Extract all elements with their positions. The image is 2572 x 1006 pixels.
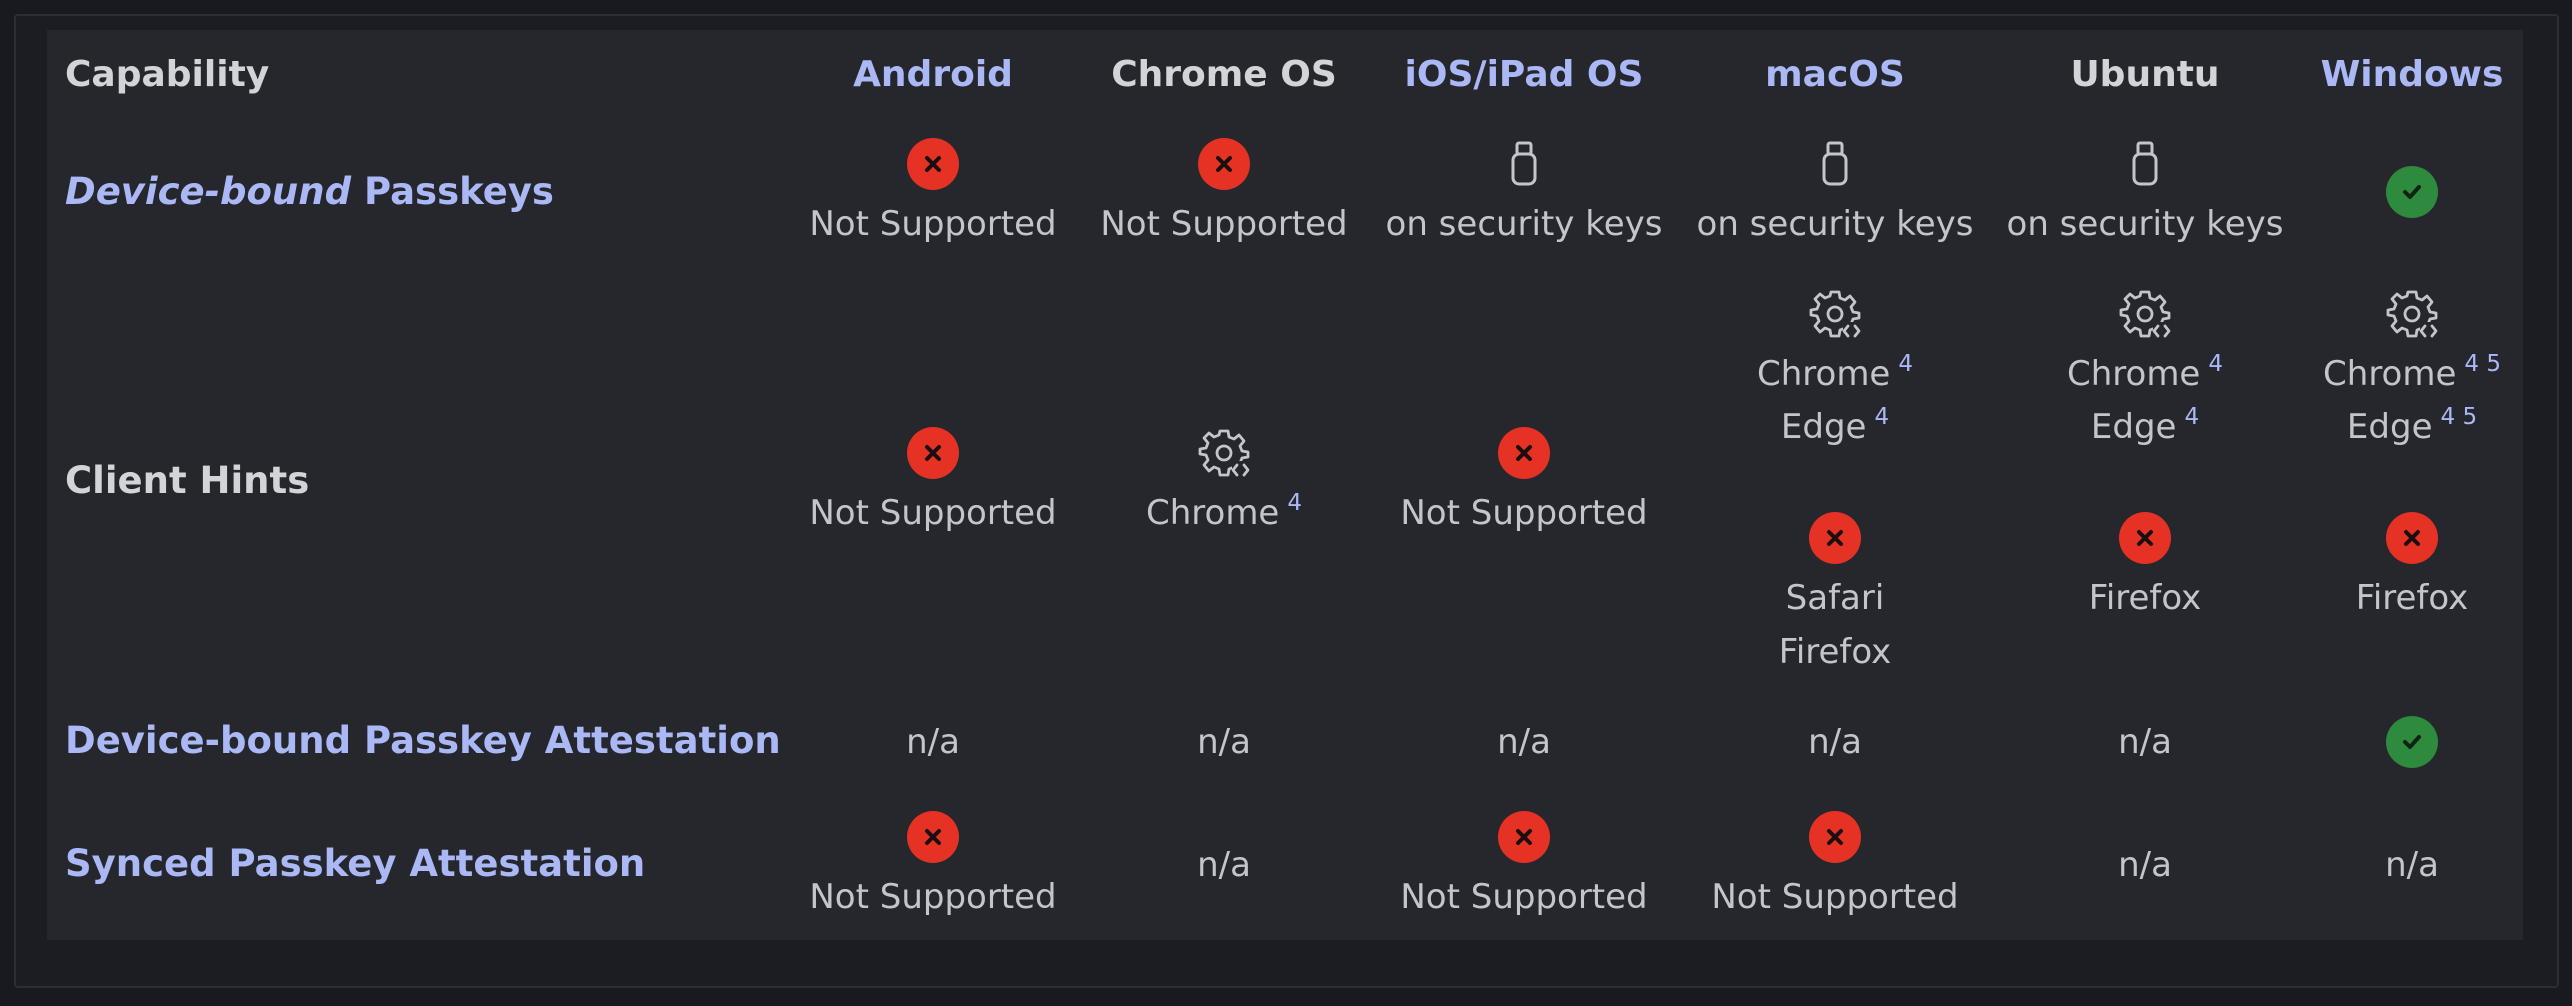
usb-key-icon	[1822, 141, 1848, 186]
x-circle-icon	[1498, 811, 1550, 863]
footnote-ref[interactable]: 4 5	[2441, 404, 2478, 430]
ios-device-bound-status: on security keys	[1385, 204, 1663, 244]
column-header-chrome-os: Chrome OS	[1111, 54, 1337, 95]
check-circle-icon	[2386, 716, 2438, 768]
check-circle-icon	[2386, 166, 2438, 218]
browser-name: Chrome	[1756, 354, 1891, 394]
row-label-device-bound-attestation[interactable]: Device-bound Passkey Attestation	[65, 722, 781, 759]
browser-name: Edge	[2090, 407, 2177, 447]
ios-device-attestation-status: n/a	[1497, 722, 1551, 762]
ubuntu-device-attestation-status: n/a	[2118, 722, 2172, 762]
column-header-ubuntu: Ubuntu	[2070, 54, 2220, 95]
android-device-attestation-status: n/a	[906, 722, 960, 762]
windows-client-hints-chrome: Chrome 4 5	[2323, 353, 2501, 394]
row-label-rest: Passkeys	[363, 170, 554, 213]
footnote-ref[interactable]: 4	[2184, 404, 2199, 430]
chromeos-client-hints-browser: Chrome 4	[1145, 492, 1302, 533]
macos-client-hints-safari: Safari	[1785, 578, 1885, 618]
column-header-ios[interactable]: iOS/iPad OS	[1405, 57, 1644, 93]
browser-name: Edge	[1780, 407, 1867, 447]
android-device-bound-status: Not Supported	[809, 204, 1057, 244]
browser-name: Chrome	[1145, 493, 1280, 533]
column-header-windows[interactable]: Windows	[2321, 57, 2504, 93]
x-circle-icon	[907, 138, 959, 190]
ios-client-hints-status: Not Supported	[1400, 493, 1648, 533]
x-circle-icon	[2386, 512, 2438, 564]
x-circle-icon	[907, 811, 959, 863]
ubuntu-client-hints-firefox: Firefox	[2088, 578, 2202, 618]
macos-client-hints-chrome: Chrome 4	[1756, 353, 1913, 394]
row-label-client-hints: Client Hints	[65, 459, 310, 502]
browser-name: Chrome	[2066, 354, 2201, 394]
x-circle-icon	[1498, 427, 1550, 479]
x-circle-icon	[1809, 512, 1861, 564]
footnote-ref[interactable]: 4 5	[2464, 351, 2501, 377]
column-header-capability: Capability	[65, 54, 270, 95]
x-circle-icon	[1198, 138, 1250, 190]
ubuntu-client-hints-chrome: Chrome 4	[2066, 353, 2223, 394]
column-header-macos[interactable]: macOS	[1765, 57, 1905, 93]
macos-device-bound-status: on security keys	[1696, 204, 1974, 244]
macos-synced-attestation-status: Not Supported	[1711, 877, 1959, 917]
chromeos-synced-attestation-status: n/a	[1197, 845, 1251, 885]
browser-name: Chrome	[2323, 354, 2457, 394]
windows-client-hints-edge: Edge 4 5	[2346, 406, 2477, 447]
android-synced-attestation-status: Not Supported	[809, 877, 1057, 917]
chromeos-device-bound-status: Not Supported	[1100, 204, 1348, 244]
ubuntu-client-hints-edge: Edge 4	[2090, 406, 2199, 447]
column-header-android[interactable]: Android	[853, 57, 1013, 93]
macos-client-hints-firefox: Firefox	[1778, 632, 1892, 672]
usb-key-icon	[2132, 141, 2158, 186]
windows-client-hints-firefox: Firefox	[2355, 578, 2469, 618]
ubuntu-synced-attestation-status: n/a	[2118, 845, 2172, 885]
macos-device-attestation-status: n/a	[1808, 722, 1862, 762]
row-label-synced-attestation[interactable]: Synced Passkey Attestation	[65, 845, 645, 882]
settings-code-icon	[1198, 429, 1250, 479]
row-label-device-bound-passkeys[interactable]: Device-bound Passkeys	[65, 173, 554, 210]
usb-key-icon	[1511, 141, 1537, 186]
x-circle-icon	[907, 427, 959, 479]
macos-client-hints-edge: Edge 4	[1780, 406, 1889, 447]
settings-code-icon	[1809, 290, 1861, 340]
x-circle-icon	[1809, 811, 1861, 863]
chromeos-device-attestation-status: n/a	[1197, 722, 1251, 762]
settings-code-icon	[2386, 290, 2438, 340]
row-label-emphasis: Device-bound	[65, 170, 352, 213]
footnote-ref[interactable]: 4	[1287, 490, 1302, 516]
x-circle-icon	[2119, 512, 2171, 564]
windows-synced-attestation-status: n/a	[2385, 845, 2439, 885]
browser-name: Edge	[2346, 407, 2433, 447]
ios-synced-attestation-status: Not Supported	[1400, 877, 1648, 917]
footnote-ref[interactable]: 4	[1874, 404, 1889, 430]
footnote-ref[interactable]: 4	[1898, 351, 1913, 377]
footnote-ref[interactable]: 4	[2208, 351, 2223, 377]
ubuntu-device-bound-status: on security keys	[2006, 204, 2284, 244]
capability-table: Capability Android Chrome OS iOS/iPad OS…	[47, 30, 2523, 940]
settings-code-icon	[2119, 290, 2171, 340]
android-client-hints-status: Not Supported	[809, 493, 1057, 533]
